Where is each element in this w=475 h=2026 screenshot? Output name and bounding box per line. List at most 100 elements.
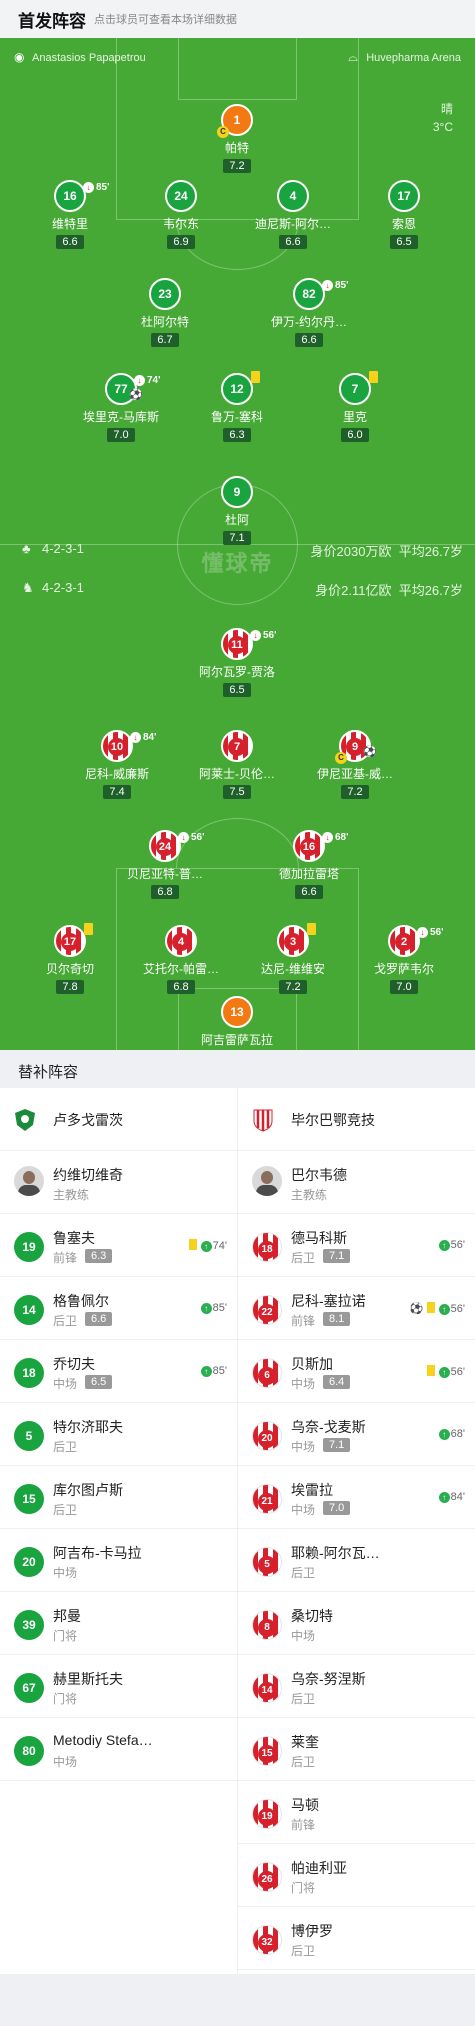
player-jersey: 9 C ⚽	[335, 730, 377, 764]
away-player[interactable]: 2 ↓ 56' 戈罗萨韦尔 7.0	[344, 925, 464, 995]
sub-player-row[interactable]: 39 邦曼 门将	[0, 1592, 237, 1655]
jersey-number: 7	[351, 382, 359, 396]
jersey-number: 17	[397, 189, 411, 203]
sub-events: ↑ 68'	[438, 1428, 465, 1440]
player-name: Metodiy Stefa…	[53, 1732, 153, 1748]
away-player[interactable]: 17 贝尔奇切 7.8	[10, 923, 130, 995]
jersey-number: 6	[258, 1367, 276, 1385]
sub-events: ↑ 84'	[438, 1491, 465, 1503]
sub-events: ↑ 56'	[426, 1365, 465, 1378]
sub-player-row[interactable]: 14 格鲁佩尔 后卫 6.6 ↑ 85'	[0, 1277, 237, 1340]
sub-player-row[interactable]: 19 马顿 前锋	[238, 1781, 475, 1844]
sub-off-indicator: ↓ 85'	[83, 174, 110, 202]
away-coach-row[interactable]: 巴尔韦德 主教练	[238, 1151, 475, 1214]
home-player[interactable]: 4 迪尼斯-阿尔… 6.6	[233, 180, 353, 250]
player-name: 尼科-威廉斯	[85, 767, 149, 781]
away-team-header[interactable]: 毕尔巴鄂竞技	[238, 1088, 475, 1151]
sub-player-row[interactable]: 14 乌奈-努涅斯 后卫	[238, 1655, 475, 1718]
player-position: 后卫	[291, 1944, 316, 1958]
top-goal-box	[178, 38, 297, 100]
away-player[interactable]: 11 ↓ 56' 阿尔瓦罗-贾洛 6.5	[177, 628, 297, 698]
player-jersey: 15	[14, 1484, 44, 1514]
away-player[interactable]: 10 ↓ 84' 尼科-威廉斯 7.4	[57, 730, 177, 800]
player-jersey: 12	[221, 371, 260, 405]
sub-player-row[interactable]: 6 贝斯加 中场 6.4 ↑ 56'	[238, 1340, 475, 1403]
player-jersey: 16 ↓ 85'	[54, 180, 110, 212]
sub-player-row[interactable]: 20 阿吉布-卡马拉 中场	[0, 1529, 237, 1592]
jersey-number: 16	[300, 838, 318, 856]
home-player[interactable]: 17 索恩 6.5	[344, 180, 464, 250]
away-player[interactable]: 4 艾托尔-帕雷… 6.8	[121, 925, 241, 995]
sub-player-row[interactable]: 18 德马科斯 后卫 7.1 ↑ 56'	[238, 1214, 475, 1277]
home-player[interactable]: 7 里克 6.0	[295, 371, 415, 443]
away-player[interactable]: 7 阿莱士-贝伦… 7.5	[177, 730, 297, 800]
player-position: 后卫	[53, 1440, 78, 1454]
player-jersey: 19	[252, 1799, 282, 1829]
sub-player-row[interactable]: 67 赫里斯托夫 门将	[0, 1655, 237, 1718]
player-rating: 6.6	[85, 1312, 113, 1326]
home-team-header[interactable]: 卢多戈雷茨	[0, 1088, 237, 1151]
player-name: 赫里斯托夫	[53, 1671, 123, 1687]
sub-off-icon: ↓	[130, 732, 141, 743]
jersey-number: 24	[156, 838, 174, 856]
away-player[interactable]: 9 C ⚽ 伊尼亚基-威… 7.2	[295, 730, 415, 800]
home-coach-row[interactable]: 约维切维奇 主教练	[0, 1151, 237, 1214]
home-player[interactable]: 24 韦尔东 6.9	[121, 180, 241, 250]
sub-player-row[interactable]: 20 乌奈-戈麦斯 中场 7.1 ↑ 68'	[238, 1403, 475, 1466]
captain-icon: C	[335, 752, 347, 764]
player-rating: 6.6	[295, 885, 323, 899]
home-player[interactable]: 77 ↓ 74' ⚽ 埃里克-马库斯 7.0	[61, 373, 181, 443]
match-info-row: ◉ Anastasios Papapetrou ⌓ Huvepharma Arena	[14, 50, 461, 65]
yellow-card-icon	[251, 371, 260, 383]
sub-player-row[interactable]: 21 埃雷拉 中场 7.0 ↑ 84'	[238, 1466, 475, 1529]
player-name: 鲁塞夫	[53, 1230, 95, 1246]
jersey-number: 12	[230, 382, 244, 396]
player-position: 中场	[53, 1566, 78, 1580]
sub-off-icon: ↓	[417, 927, 428, 938]
sub-on-icon: ↑	[200, 1241, 212, 1252]
sub-on-icon: ↑	[438, 1304, 450, 1315]
player-position: 后卫	[53, 1314, 78, 1328]
sub-minute: 84'	[450, 1491, 465, 1503]
sub-player-row[interactable]: 15 库尔图卢斯 后卫	[0, 1466, 237, 1529]
pitch: 懂球帝 ◉ Anastasios Papapetrou ⌓ Huvepharma A…	[0, 38, 475, 1050]
jersey-number: 5	[258, 1556, 276, 1574]
sub-player-row[interactable]: 22 尼科-塞拉诺 前锋 8.1 ⚽ ↑ 56'	[238, 1277, 475, 1340]
home-player[interactable]: 12 鲁万-塞科 6.3	[177, 371, 297, 443]
sub-player-row[interactable]: 26 帕迪利亚 门将	[238, 1844, 475, 1907]
jersey-number: 10	[108, 738, 126, 756]
away-player[interactable]: 24 ↓ 56' 贝尼亚特-普… 6.8	[105, 830, 225, 900]
sub-minute: 56'	[191, 832, 205, 843]
jersey-number: 7	[228, 738, 246, 756]
sub-player-row[interactable]: 18 乔切夫 中场 6.5 ↑ 85'	[0, 1340, 237, 1403]
home-player[interactable]: 1 C 帕特 7.2	[177, 104, 297, 174]
sub-player-row[interactable]: 32 博伊罗 后卫	[238, 1907, 475, 1970]
home-player[interactable]: 82 ↓ 85' 伊万-约尔丹… 6.6	[249, 278, 369, 348]
home-value: 身价2030万欧	[310, 544, 392, 559]
player-jersey: 20	[252, 1421, 282, 1451]
sub-player-row[interactable]: 15 莱奎 后卫	[238, 1718, 475, 1781]
home-player[interactable]: 16 ↓ 85' 维特里 6.6	[10, 180, 130, 250]
sub-player-row[interactable]: 19 鲁塞夫 前锋 6.3 ↑ 74'	[0, 1214, 237, 1277]
player-name: 特尔济耶夫	[53, 1419, 123, 1435]
player-name: 贝斯加	[291, 1356, 333, 1372]
home-player[interactable]: 9 杜阿 7.1	[177, 476, 297, 546]
sub-off-indicator: ↓ 68'	[322, 824, 349, 852]
sub-player-row[interactable]: 80 Metodiy Stefa… 中场	[0, 1718, 237, 1781]
sub-player-row[interactable]: 5 特尔济耶夫 后卫	[0, 1403, 237, 1466]
player-name: 莱奎	[291, 1734, 319, 1750]
player-rating: 6.7	[151, 333, 179, 347]
home-age: 平均26.7岁	[398, 544, 463, 559]
sub-player-row[interactable]: 8 桑切特 中场	[238, 1592, 475, 1655]
away-player[interactable]: 13阿吉雷萨瓦拉6.4	[177, 996, 297, 1050]
player-name: 戈罗萨韦尔	[373, 962, 434, 976]
sub-minute: 85'	[212, 1302, 227, 1314]
sub-player-row[interactable]: 5 耶赖-阿尔瓦… 后卫	[238, 1529, 475, 1592]
jersey-number: 1	[233, 113, 241, 127]
yellow-card-icon	[307, 923, 316, 935]
away-player[interactable]: 16 ↓ 68' 德加拉雷塔 6.6	[249, 830, 369, 900]
home-player[interactable]: 23 杜阿尔特 6.7	[105, 278, 225, 348]
away-player[interactable]: 3 达尼-维维安 7.2	[233, 923, 353, 995]
captain-icon: C	[217, 126, 229, 138]
sub-minute: 74'	[212, 1240, 227, 1252]
